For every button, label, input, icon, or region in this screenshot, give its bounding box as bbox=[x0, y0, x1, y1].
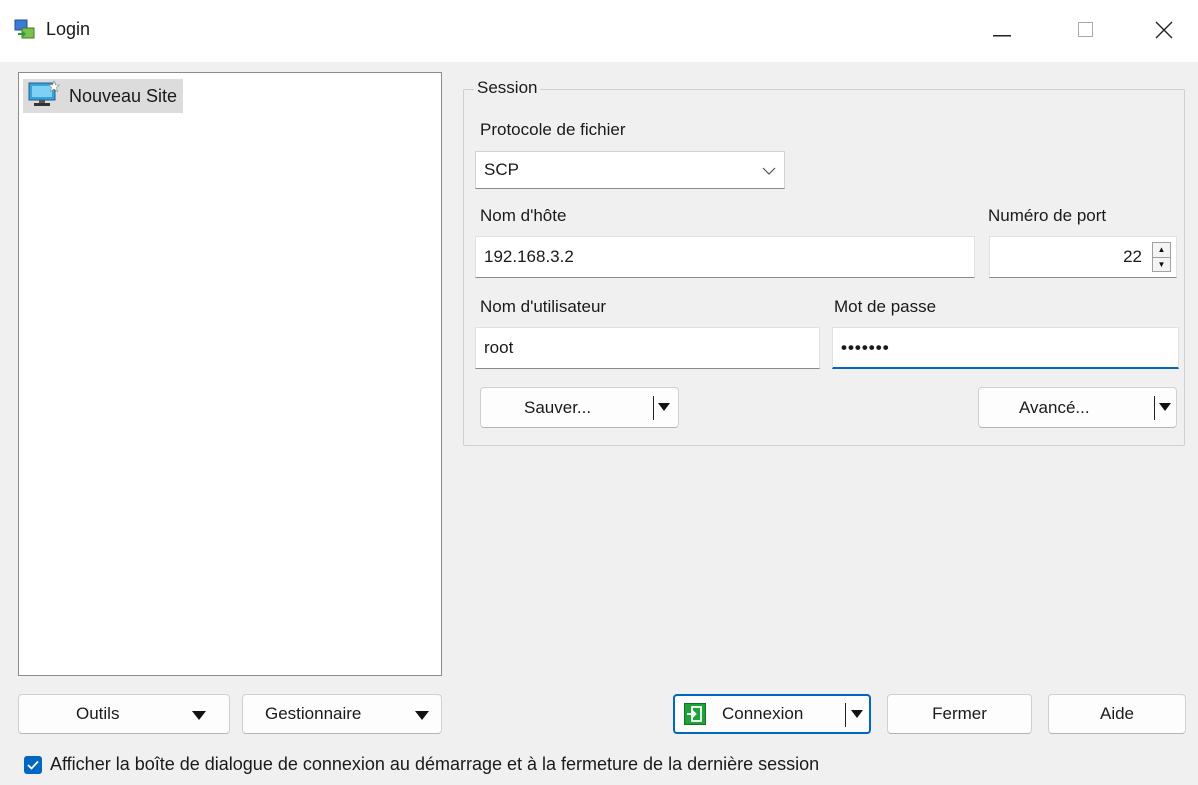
checkbox-checked-icon[interactable] bbox=[24, 755, 42, 774]
site-tree[interactable]: Nouveau Site bbox=[18, 72, 442, 676]
split-separator bbox=[653, 396, 654, 420]
site-item-label: Nouveau Site bbox=[69, 85, 178, 106]
protocol-label: Protocole de fichier bbox=[480, 120, 626, 139]
save-label: Sauver... bbox=[524, 397, 592, 417]
spin-up-icon[interactable]: ▲ bbox=[1153, 243, 1170, 258]
help-button[interactable]: Aide bbox=[1048, 694, 1186, 734]
split-separator bbox=[1154, 396, 1155, 420]
app-icon bbox=[14, 19, 36, 41]
chevron-down-icon bbox=[762, 160, 776, 180]
site-item-nouveau-site[interactable]: Nouveau Site bbox=[23, 79, 184, 113]
manager-label: Gestionnaire bbox=[265, 704, 362, 723]
port-spinner[interactable]: ▲ ▼ bbox=[1152, 242, 1171, 272]
login-icon bbox=[684, 703, 706, 730]
caret-down-icon[interactable] bbox=[851, 710, 863, 718]
maximize-button[interactable] bbox=[1058, 10, 1114, 54]
minimize-icon bbox=[993, 22, 1011, 42]
host-label: Nom d'hôte bbox=[480, 206, 567, 225]
close-button[interactable]: Fermer bbox=[887, 694, 1032, 734]
login-button[interactable]: Connexion bbox=[673, 694, 871, 734]
username-label: Nom d'utilisateur bbox=[480, 297, 607, 316]
spin-down-icon[interactable]: ▼ bbox=[1153, 258, 1170, 272]
close-window-button[interactable] bbox=[1136, 10, 1192, 54]
caret-down-icon bbox=[192, 711, 206, 720]
advanced-label: Avancé... bbox=[1019, 397, 1090, 417]
host-input[interactable]: 192.168.3.2 bbox=[475, 236, 975, 278]
caret-down-icon[interactable] bbox=[1159, 403, 1171, 411]
show-login-dialog-option[interactable]: Afficher la boîte de dialogue de connexi… bbox=[24, 754, 819, 775]
split-separator bbox=[845, 703, 846, 727]
show-login-dialog-label: Afficher la boîte de dialogue de connexi… bbox=[50, 754, 820, 774]
password-input[interactable]: ••••••• bbox=[832, 327, 1179, 369]
password-label: Mot de passe bbox=[834, 297, 937, 316]
caret-down-icon bbox=[415, 711, 429, 720]
maximize-icon bbox=[1078, 21, 1094, 43]
protocol-value: SCP bbox=[484, 160, 519, 179]
manager-button[interactable]: Gestionnaire bbox=[242, 694, 442, 734]
protocol-select[interactable]: SCP bbox=[475, 151, 785, 189]
minimize-button[interactable] bbox=[974, 10, 1030, 54]
port-input[interactable]: 22 bbox=[989, 236, 1177, 278]
caret-down-icon[interactable] bbox=[658, 403, 670, 411]
tools-label: Outils bbox=[76, 704, 120, 723]
close-icon bbox=[1155, 21, 1173, 44]
tools-button[interactable]: Outils bbox=[18, 694, 230, 734]
window-title: Login bbox=[46, 19, 91, 39]
computer-new-site-icon bbox=[27, 79, 61, 113]
port-label: Numéro de port bbox=[988, 206, 1107, 225]
advanced-button[interactable]: Avancé... bbox=[978, 387, 1177, 428]
session-legend: Session bbox=[474, 78, 541, 98]
login-label: Connexion bbox=[722, 704, 804, 723]
save-button[interactable]: Sauver... bbox=[480, 387, 679, 428]
username-input[interactable]: root bbox=[475, 327, 820, 369]
